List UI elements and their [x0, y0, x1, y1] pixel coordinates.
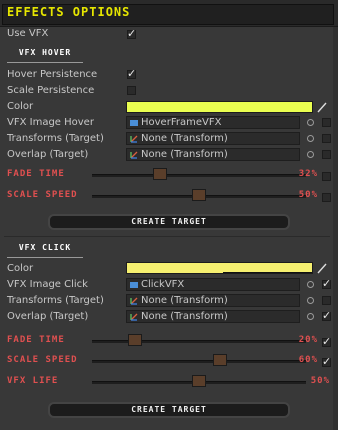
effects-header: EFFECTS OPTIONS: [0, 0, 338, 27]
hover-color-label: Color: [7, 101, 34, 112]
transform-icon: [130, 151, 138, 159]
click-scale-speed-thumb[interactable]: [213, 354, 228, 366]
use-vfx-checkbox[interactable]: [127, 27, 136, 40]
hover-transforms-field[interactable]: None (Transform): [126, 132, 300, 145]
vfx-image-click-field[interactable]: ClickVFX: [126, 278, 300, 291]
hover-scale-speed-thumb[interactable]: [192, 189, 206, 201]
click-vfx-life-label: VFX LIFE: [7, 376, 59, 386]
section-divider: [4, 236, 330, 237]
hover-scale-speed-label: SCALE SPEED: [7, 190, 78, 200]
object-picker-icon[interactable]: [307, 297, 314, 304]
hover-transforms-value: None (Transform): [141, 133, 228, 144]
click-transforms-checkbox[interactable]: [322, 296, 331, 305]
click-overlap-label: Overlap (Target): [7, 311, 89, 322]
hover-transforms-checkbox[interactable]: [322, 134, 331, 143]
click-color-field[interactable]: [126, 262, 313, 274]
hover-color-field[interactable]: [126, 101, 313, 113]
scale-persistence-checkbox[interactable]: [127, 86, 136, 95]
click-scale-speed-label: SCALE SPEED: [7, 355, 78, 365]
hover-persistence-checkbox[interactable]: [127, 67, 136, 80]
click-overlap-field[interactable]: None (Transform): [126, 310, 300, 323]
vfx-hover-section-title: VFX HOVER: [7, 48, 83, 63]
sprite-icon: [130, 282, 138, 288]
hover-transforms-label: Transforms (Target): [7, 133, 104, 144]
transform-icon: [130, 297, 138, 305]
click-fade-time-label: FADE TIME: [7, 335, 65, 345]
click-transforms-label: Transforms (Target): [7, 295, 104, 306]
scrollbar[interactable]: [333, 0, 338, 430]
hover-overlap-field[interactable]: None (Transform): [126, 148, 300, 161]
click-scale-speed-checkbox[interactable]: [322, 355, 331, 368]
vfx-click-section-title: VFX CLICK: [7, 243, 83, 258]
click-fade-time-track[interactable]: [92, 340, 306, 343]
click-overlap-value: None (Transform): [141, 311, 228, 322]
object-picker-icon[interactable]: [307, 119, 314, 126]
click-overlap-checkbox[interactable]: [322, 309, 331, 322]
click-scale-speed-track[interactable]: [92, 360, 306, 363]
hover-overlap-label: Overlap (Target): [7, 149, 89, 160]
hover-fade-time-checkbox[interactable]: [322, 172, 331, 181]
vfx-image-hover-field[interactable]: HoverFrameVFX: [126, 116, 300, 129]
sprite-icon: [130, 120, 138, 126]
hover-overlap-value: None (Transform): [141, 149, 228, 160]
click-vfx-life-value: 50%: [310, 376, 330, 386]
alpha-bar: [223, 272, 312, 273]
vfx-image-hover-label: VFX Image Hover: [7, 117, 94, 128]
hover-fade-time-thumb[interactable]: [153, 168, 168, 180]
click-transforms-field[interactable]: None (Transform): [126, 294, 300, 307]
object-picker-icon[interactable]: [307, 151, 314, 158]
hover-scale-speed-checkbox[interactable]: [322, 193, 331, 202]
click-fade-time-value: 20%: [298, 335, 318, 345]
vfx-image-click-checkbox[interactable]: [322, 277, 331, 290]
vfx-image-click-label: VFX Image Click: [7, 279, 88, 290]
hover-scale-speed-value: 50%: [298, 190, 318, 200]
eyedropper-icon[interactable]: [317, 262, 327, 274]
transform-icon: [130, 135, 138, 143]
click-scale-speed-value: 60%: [298, 355, 318, 365]
use-vfx-label: Use VFX: [7, 28, 49, 39]
hover-create-target-button[interactable]: CREATE TARGET: [48, 214, 290, 230]
eyedropper-icon[interactable]: [317, 101, 327, 113]
object-picker-icon[interactable]: [307, 313, 314, 320]
click-fade-time-thumb[interactable]: [127, 334, 142, 346]
object-picker-icon[interactable]: [307, 281, 314, 288]
click-color-label: Color: [7, 263, 34, 274]
vfx-image-hover-value: HoverFrameVFX: [141, 117, 222, 128]
hover-fade-time-value: 32%: [298, 169, 318, 179]
hover-persistence-label: Hover Persistence: [7, 69, 98, 80]
vfx-image-hover-checkbox[interactable]: [322, 118, 331, 127]
click-transforms-value: None (Transform): [141, 295, 228, 306]
object-picker-icon[interactable]: [307, 135, 314, 142]
hover-fade-time-label: FADE TIME: [7, 169, 65, 179]
click-fade-time-checkbox[interactable]: [322, 335, 331, 348]
click-vfx-life-thumb[interactable]: [192, 375, 206, 387]
vfx-image-click-value: ClickVFX: [141, 279, 185, 290]
transform-icon: [130, 313, 138, 321]
scale-persistence-label: Scale Persistence: [7, 85, 95, 96]
click-create-target-button[interactable]: CREATE TARGET: [48, 402, 290, 418]
hover-overlap-checkbox[interactable]: [322, 150, 331, 159]
hover-fade-time-track[interactable]: [92, 174, 306, 177]
page-title: EFFECTS OPTIONS: [7, 5, 131, 19]
